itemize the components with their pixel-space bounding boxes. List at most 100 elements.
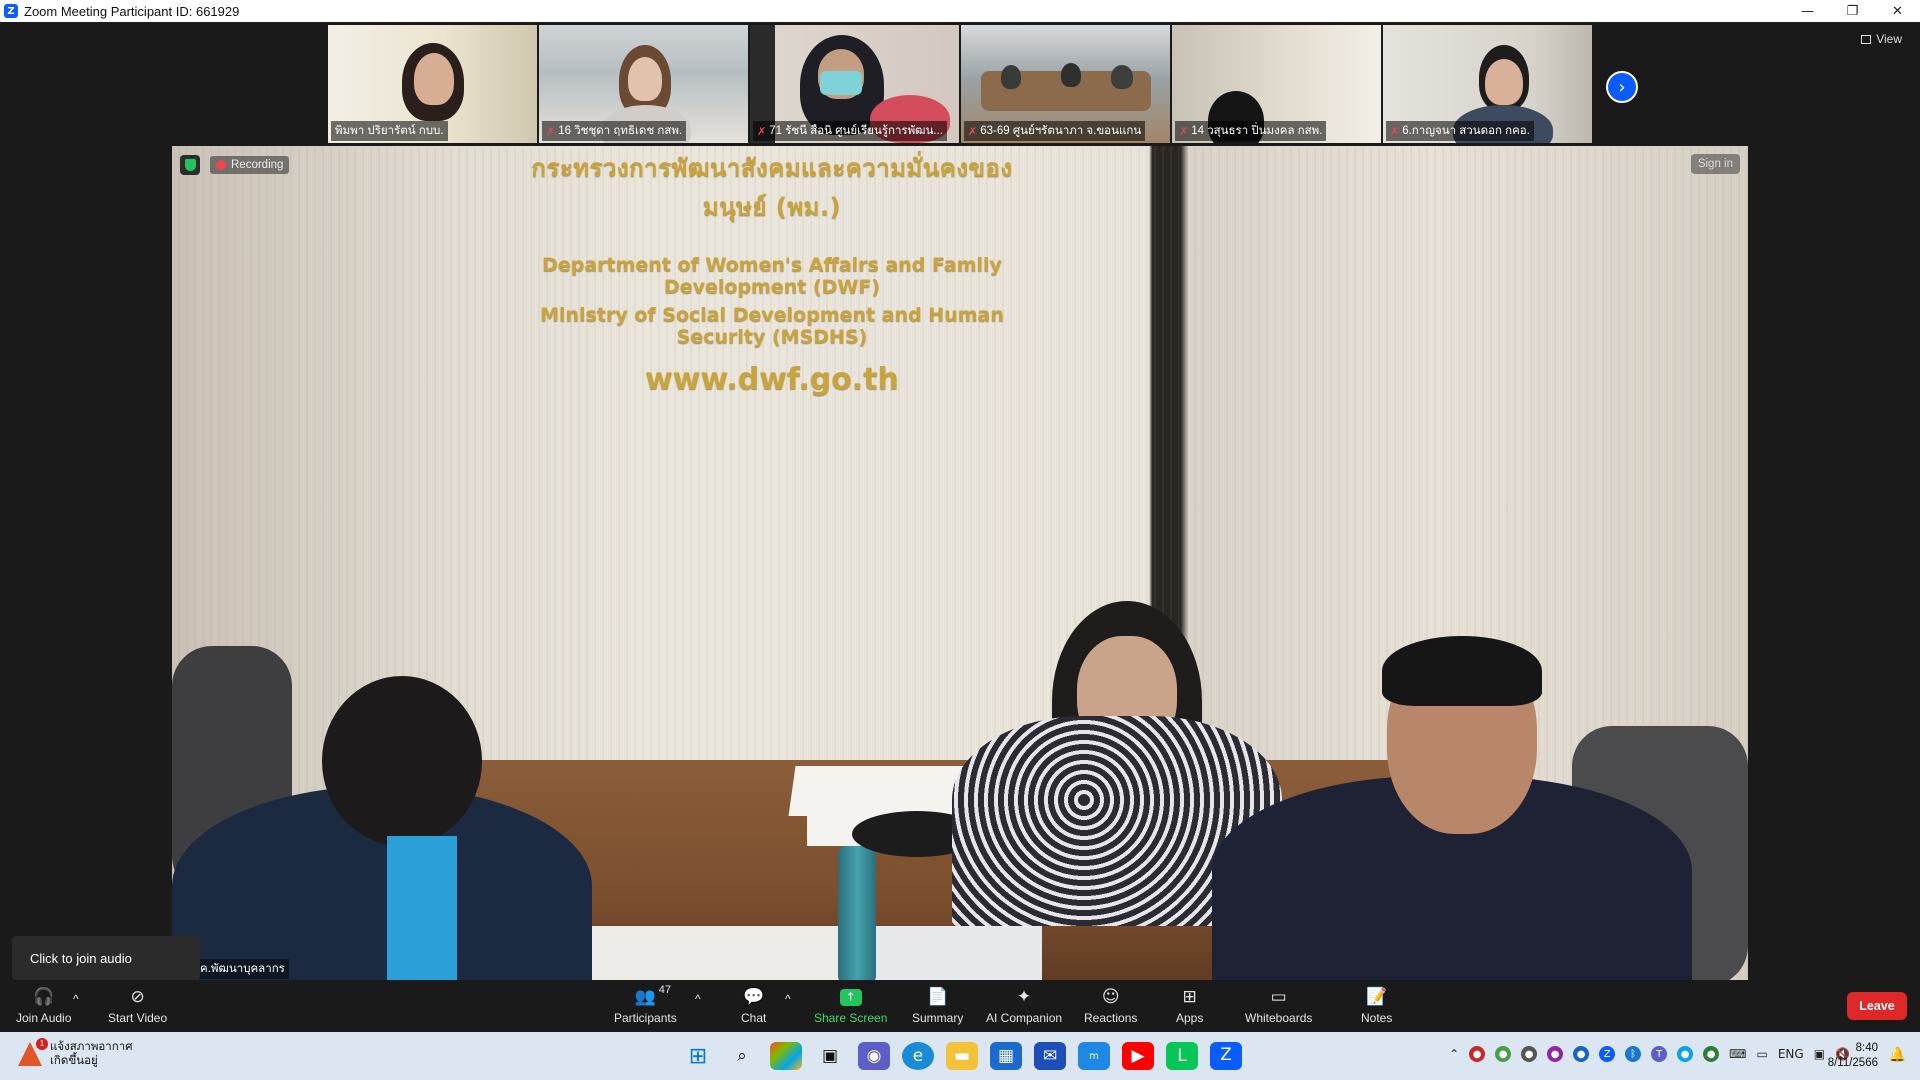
thumbnail-name: ✗ 71 รัชนี สือนิ ศูนย์เรียนรู้การพัฒน... <box>753 121 948 141</box>
tray-app-icon[interactable]: ● <box>1677 1046 1694 1062</box>
notification-bell-icon[interactable]: 🔔 <box>1889 1047 1906 1063</box>
tray-app-icon[interactable]: ● <box>1547 1046 1564 1062</box>
title-bar: Z Zoom Meeting Participant ID: 661929 — … <box>0 0 1920 22</box>
notes-button[interactable]: 📝 Notes <box>1361 986 1392 1025</box>
participant-thumbnail[interactable]: ✗ 16 วิชชุดา ฤทธิเดช กสพ. <box>539 25 748 143</box>
summary-button[interactable]: 📄 Summary <box>912 986 963 1025</box>
mic-muted-icon: ✗ <box>546 124 556 138</box>
whiteboards-label: Whiteboards <box>1245 1011 1313 1025</box>
thumbnail-name: ✗ 6.กาญจนา สวนดอก กคอ. <box>1386 121 1534 141</box>
weather-badge: 1 <box>36 1038 48 1050</box>
display-icon[interactable]: ▭ <box>1757 1047 1768 1061</box>
tray-app-icon[interactable]: ● <box>1469 1046 1486 1062</box>
join-audio-tooltip[interactable]: Click to join audio <box>12 936 200 980</box>
clock-time: 8:40 <box>1855 1042 1878 1054</box>
participant-thumbnail[interactable]: ✗ 63-69 ศูนย์ฯรัตนาภา จ.ขอนแกน <box>961 25 1170 143</box>
participant-head <box>1382 636 1542 706</box>
apps-label: Apps <box>1176 1011 1204 1025</box>
participant-thumbnail[interactable]: ✗ 6.กาญจนา สวนดอก กคอ. <box>1383 25 1592 143</box>
participant-thumbnail[interactable]: ✗ 71 รัชนี สือนิ ศูนย์เรียนรู้การพัฒน... <box>750 25 959 143</box>
meeting-area: View พิมพา ปริยารัตน์ กบบ. ✗ 16 วิชชุดา ฤ… <box>0 22 1920 980</box>
teams-chat-icon[interactable]: ◉ <box>858 1042 890 1070</box>
video-off-icon: ⊘ <box>130 987 145 1007</box>
windows-start-icon[interactable]: ⊞ <box>682 1042 714 1070</box>
security-shield-icon[interactable] <box>180 155 200 175</box>
thumbnail-name: ✗ 14 วสุนธรา ปิ่นมงคล กสพ. <box>1175 121 1327 141</box>
leave-button[interactable]: Leave <box>1847 992 1907 1020</box>
participant-shirt <box>387 836 457 980</box>
taskbar-apps: ⊞ ⌕ ▣ ◉ e ▬ ▦ ✉ m ▶ L Z <box>682 1042 1242 1070</box>
msdhs-app-icon[interactable]: m <box>1078 1042 1110 1070</box>
weather-title: แจ้งสภาพอากาศ <box>50 1041 133 1053</box>
copilot-icon[interactable] <box>770 1042 802 1070</box>
start-video-button[interactable]: ⊘ Start Video <box>108 986 167 1025</box>
maximize-button[interactable]: ❐ <box>1830 0 1875 22</box>
notes-label: Notes <box>1361 1011 1393 1025</box>
security-tray-icon[interactable]: ● <box>1703 1046 1720 1062</box>
apps-button[interactable]: ⊞ Apps <box>1176 986 1203 1025</box>
main-video[interactable]: กระทรวงการพัฒนาสังคมและความมั่นคงของมนุษ… <box>172 146 1748 980</box>
zoom-tray-icon[interactable]: Z <box>1599 1046 1616 1062</box>
participant-thumbnail[interactable]: พิมพา ปริยารัตน์ กบบ. <box>328 25 537 143</box>
chat-options-caret[interactable]: ^ <box>785 992 791 1006</box>
participant-head <box>322 676 482 846</box>
network-icon[interactable]: ▣ <box>1814 1047 1825 1061</box>
participants-options-caret[interactable]: ^ <box>695 992 701 1006</box>
participants-button[interactable]: 👥 47 Participants <box>614 984 677 1025</box>
ai-companion-button[interactable]: ✦ AI Companion <box>986 986 1062 1025</box>
window-controls: — ❐ ✕ <box>1785 0 1920 22</box>
clock[interactable]: 8:40 8/11/2566 <box>1828 1041 1878 1071</box>
minimize-button[interactable]: — <box>1785 0 1830 22</box>
participant-video <box>1111 65 1133 89</box>
zoom-app-icon[interactable]: Z <box>1210 1042 1242 1070</box>
youtube-icon[interactable]: ▶ <box>1122 1042 1154 1070</box>
sign-thai-text: กระทรวงการพัฒนาสังคมและความมั่นคงของมนุษ… <box>531 154 1013 221</box>
recording-label: Recording <box>231 159 284 171</box>
chat-button[interactable]: 💬 Chat <box>741 986 766 1025</box>
view-button[interactable]: View <box>1861 32 1902 46</box>
thumbnail-name: พิมพา ปริยารัตน์ กบบ. <box>331 121 448 141</box>
task-view-icon[interactable]: ▣ <box>814 1042 846 1070</box>
grid-icon <box>1861 34 1872 44</box>
participant-face <box>414 53 454 105</box>
edge-browser-icon[interactable]: e <box>902 1042 934 1070</box>
weather-subtitle: เกิดขึ้นอยู่ <box>50 1055 98 1067</box>
whiteboards-button[interactable]: ▭ Whiteboards <box>1245 986 1312 1025</box>
keyboard-icon[interactable]: ⌨ <box>1729 1047 1746 1061</box>
chevron-up-icon[interactable]: ⌃ <box>1449 1047 1459 1061</box>
file-explorer-icon[interactable]: ▬ <box>946 1042 978 1070</box>
mail-icon[interactable]: ✉ <box>1034 1042 1066 1070</box>
share-screen-button[interactable]: ↑ Share Screen <box>814 986 887 1025</box>
participant-thumbnail[interactable]: ✗ 14 วสุนธรา ปิ่นมงคล กสพ. <box>1172 25 1381 143</box>
whiteboard-icon: ▭ <box>1270 987 1287 1007</box>
thumbnail-strip: พิมพา ปริยารัตน์ กบบ. ✗ 16 วิชชุดา ฤทธิเด… <box>328 25 1592 143</box>
reactions-button[interactable]: ☺ Reactions <box>1084 986 1137 1025</box>
share-screen-label: Share Screen <box>814 1011 888 1025</box>
sign-department-text: Department of Women's Affairs and Family… <box>542 254 1002 298</box>
search-icon[interactable]: ⌕ <box>726 1042 758 1070</box>
ai-companion-label: AI Companion <box>986 1011 1063 1025</box>
next-page-button[interactable]: › <box>1606 71 1638 103</box>
language-indicator[interactable]: ENG <box>1778 1047 1804 1061</box>
water-bottle <box>838 846 876 980</box>
shield-icon <box>184 159 196 171</box>
close-button[interactable]: ✕ <box>1875 0 1920 22</box>
bluetooth-icon[interactable]: ᛒ <box>1625 1046 1642 1062</box>
weather-widget[interactable]: 1 แจ้งสภาพอากาศ เกิดขึ้นอยู่ <box>18 1038 133 1068</box>
tray-app-icon[interactable]: ● <box>1521 1046 1538 1062</box>
participants-icon: 👥 47 <box>634 984 672 1007</box>
join-audio-button[interactable]: 🎧 Join Audio <box>16 986 71 1025</box>
sign-ministry-text: Ministry of Social Development and Human… <box>540 304 1004 348</box>
line-app-icon[interactable]: L <box>1166 1042 1198 1070</box>
start-video-label: Start Video <box>108 1011 168 1025</box>
smiley-icon: ☺ <box>1101 987 1120 1007</box>
tray-app-icon[interactable]: ● <box>1573 1046 1590 1062</box>
audio-options-caret[interactable]: ^ <box>73 992 79 1006</box>
sign-in-button[interactable]: Sign in <box>1690 154 1740 174</box>
recording-indicator[interactable]: Recording <box>210 156 290 174</box>
teams-tray-icon[interactable]: T <box>1651 1046 1668 1062</box>
summary-label: Summary <box>912 1011 964 1025</box>
tray-app-icon[interactable]: ● <box>1495 1046 1512 1062</box>
microsoft-store-icon[interactable]: ▦ <box>990 1042 1022 1070</box>
mic-muted-icon: ✗ <box>1390 124 1400 138</box>
